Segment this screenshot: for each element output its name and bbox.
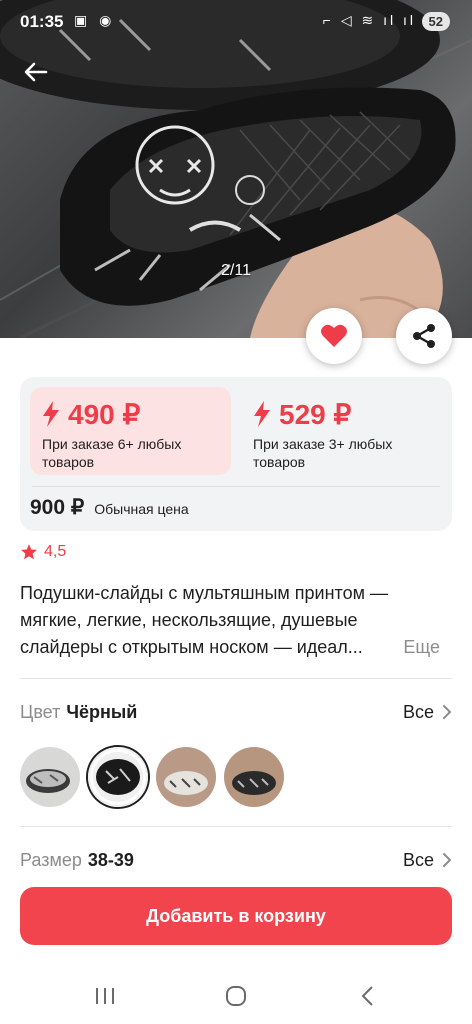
color-swatch[interactable]: [20, 747, 80, 807]
price-tier-1-amount: 490 ₽: [68, 398, 141, 430]
back-button[interactable]: [20, 56, 52, 88]
swatch-image: [20, 747, 80, 807]
slipper-illustration: [0, 0, 472, 338]
color-value: Чёрный: [66, 701, 138, 722]
price-box: 490 ₽ При заказе 6+ любых товаров 529 ₽ …: [20, 377, 452, 531]
gallery-counter: 2/11: [221, 262, 251, 279]
color-swatch[interactable]: [224, 747, 284, 807]
color-swatch[interactable]: [156, 747, 216, 807]
chevron-right-icon: [443, 853, 452, 867]
product-image[interactable]: 01:35 ▣ ◉ ⌐ ◁ ≋ ıl ıl 52 2/11: [0, 0, 472, 338]
price-tier-1[interactable]: 490 ₽ При заказе 6+ любых товаров: [30, 387, 231, 475]
rating[interactable]: 4,5: [20, 543, 66, 561]
description-line-2: мягкие, легкие, нескользящие, душевые: [20, 610, 358, 630]
size-row[interactable]: Размер 38-39 Все: [20, 846, 452, 874]
regular-price: 900 ₽ Обычная цена: [30, 495, 189, 520]
home-button[interactable]: [222, 982, 250, 1010]
product-description: Подушки-слайды с мультяшным принтом — мя…: [20, 580, 452, 661]
notification-icons: ▣ ◉: [74, 12, 116, 28]
favorite-button[interactable]: [306, 308, 362, 364]
separator: [20, 678, 452, 679]
chevron-right-icon: [443, 705, 452, 719]
separator: [20, 826, 452, 827]
regular-price-amount: 900 ₽: [30, 496, 85, 519]
recent-apps-button[interactable]: [91, 982, 119, 1010]
heart-icon: [321, 324, 347, 347]
share-icon: [413, 324, 435, 348]
size-all-label: Все: [402, 849, 434, 870]
color-row[interactable]: Цвет Чёрный Все: [20, 698, 452, 726]
lightning-icon: [254, 401, 270, 427]
color-swatches: [20, 747, 292, 807]
swatch-image: [88, 747, 148, 807]
battery-badge: 52: [421, 12, 450, 31]
description-line-1: Подушки-слайды с мультяшным принтом —: [20, 583, 388, 603]
rating-value: 4,5: [44, 543, 67, 560]
price-tier-1-note: При заказе 6+ любых товаров: [42, 436, 182, 470]
size-all-button[interactable]: Все: [403, 850, 452, 871]
regular-price-label: Обычная цена: [94, 501, 189, 517]
system-back-button[interactable]: [354, 982, 382, 1010]
color-all-button[interactable]: Все: [403, 702, 452, 723]
lightning-icon: [43, 401, 59, 427]
description-more-link[interactable]: Еще: [399, 634, 440, 661]
status-bar: 01:35 ▣ ◉ ⌐ ◁ ≋ ıl ıl 52: [0, 0, 472, 44]
back-arrow-icon: [24, 62, 48, 82]
swatch-image: [156, 747, 216, 807]
swatch-image: [224, 747, 284, 807]
size-label: Размер: [20, 849, 82, 870]
color-swatch-selected[interactable]: [88, 747, 148, 807]
signal-icons: ⌐ ◁ ≋ ıl ıl: [322, 12, 416, 28]
color-all-label: Все: [402, 701, 434, 722]
add-to-cart-button[interactable]: Добавить в корзину: [20, 887, 452, 945]
size-value: 38-39: [87, 849, 134, 870]
price-tier-2-amount: 529 ₽: [279, 398, 352, 430]
chevron-left-icon: [361, 986, 373, 1006]
description-line-3: слайдеры с открытым носком — идеал...: [20, 637, 363, 657]
product-screen: 01:35 ▣ ◉ ⌐ ◁ ≋ ıl ıl 52 2/11 490 ₽ При …: [0, 0, 472, 1024]
recent-apps-icon: [96, 988, 114, 1004]
price-tier-2[interactable]: 529 ₽ При заказе 3+ любых товаров: [241, 387, 446, 475]
status-time: 01:35: [20, 12, 64, 31]
color-label: Цвет: [20, 701, 61, 722]
star-icon: [21, 544, 37, 560]
home-icon: [226, 986, 246, 1006]
price-tier-2-note: При заказе 3+ любых товаров: [253, 436, 393, 470]
price-divider: [32, 486, 440, 487]
system-nav-bar: [0, 966, 472, 1024]
share-button[interactable]: [396, 308, 452, 364]
